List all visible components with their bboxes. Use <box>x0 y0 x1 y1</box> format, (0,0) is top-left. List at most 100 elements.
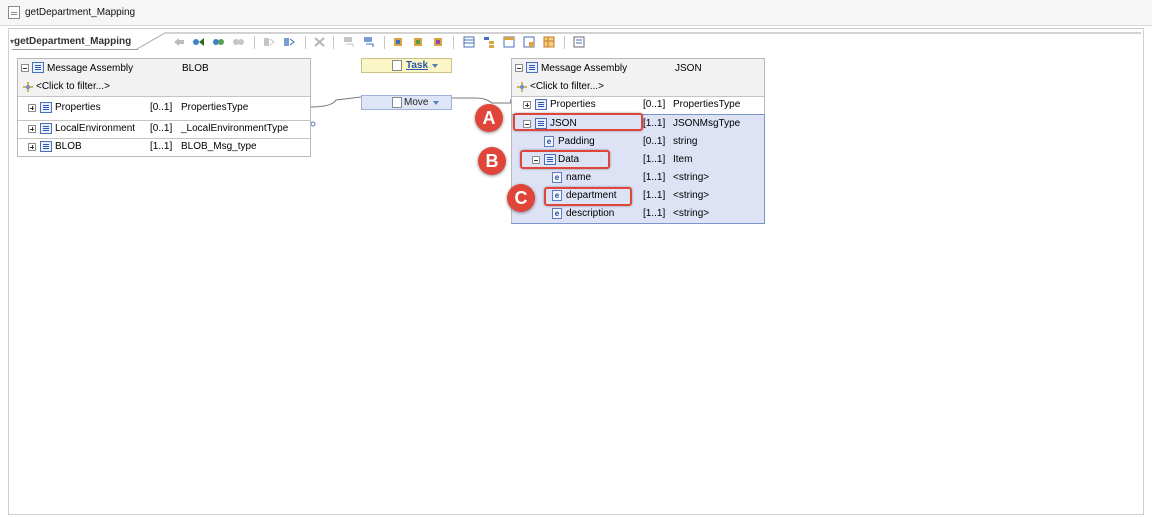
table-edit-icon[interactable] <box>523 36 536 48</box>
annotation-marker-a: A <box>475 104 503 132</box>
element-icon: e <box>552 172 562 183</box>
toolbar-separator <box>333 36 334 49</box>
chevron-down-icon[interactable] <box>433 101 439 105</box>
row-type: <string> <box>673 208 710 219</box>
forward-icon[interactable] <box>192 36 205 48</box>
toolbar-separator <box>564 36 565 49</box>
element-icon: e <box>552 208 562 219</box>
collapse-toggle[interactable] <box>21 64 29 72</box>
row-type: JSONMsgType <box>673 118 741 129</box>
expand-toggle[interactable] <box>28 125 36 133</box>
row-cardinality: [1..1] <box>643 172 666 183</box>
source-header: Message Assembly BLOB <Click to filter..… <box>18 59 310 97</box>
task-transform[interactable]: Task <box>361 58 452 73</box>
filter-icon[interactable] <box>516 81 528 93</box>
row-cardinality: [0..1] <box>150 123 173 134</box>
tool-3-icon[interactable] <box>432 36 445 48</box>
editor-tab[interactable]: ▾getDepartment_Mapping <box>10 33 131 49</box>
row-cardinality: [0..1] <box>643 136 666 147</box>
row-name: description <box>566 208 615 219</box>
tree-row-properties[interactable]: Properties [0..1] PropertiesType <box>512 96 764 114</box>
element-group-icon <box>40 123 52 134</box>
source-header-type: BLOB <box>182 63 209 74</box>
row-cardinality: [0..1] <box>643 99 666 110</box>
source-message-box: Message Assembly BLOB <Click to filter..… <box>17 58 311 157</box>
search-prev-icon[interactable] <box>263 36 276 48</box>
highlight-json <box>513 113 643 131</box>
editor-tab-label: getDepartment_Mapping <box>14 36 132 47</box>
tree-row-properties[interactable]: Properties [0..1] PropertiesType <box>18 99 310 117</box>
message-assembly-icon <box>526 62 538 73</box>
back-icon[interactable] <box>172 36 185 48</box>
row-type: <string> <box>673 172 710 183</box>
toolbar-separator <box>453 36 454 49</box>
source-filter[interactable]: <Click to filter...> <box>36 81 110 92</box>
target-filter[interactable]: <Click to filter...> <box>530 81 604 92</box>
move-icon <box>392 97 402 108</box>
target-bottom-border <box>511 223 765 224</box>
table-x-icon[interactable] <box>543 36 556 48</box>
tree-row-description[interactable]: e description [1..1] <string> <box>512 205 764 223</box>
row-cardinality: [0..1] <box>150 102 173 113</box>
task-icon <box>392 60 402 71</box>
message-assembly-icon <box>32 62 44 73</box>
filter-icon[interactable] <box>22 81 34 93</box>
highlight-data <box>520 150 610 169</box>
tab-underline <box>12 49 138 50</box>
toolbar-separator <box>254 36 255 49</box>
row-name: name <box>566 172 592 183</box>
tree-row-local-environment[interactable]: LocalEnvironment [0..1] _LocalEnvironmen… <box>18 120 310 138</box>
toolbar-separator <box>384 36 385 49</box>
title-bar: getDepartment_Mapping <box>0 0 1152 26</box>
row-cardinality: [1..1] <box>150 141 173 152</box>
element-group-icon <box>535 99 547 110</box>
row-type: string <box>673 136 698 147</box>
highlight-department <box>544 187 632 206</box>
mapping-file-icon <box>8 6 20 19</box>
target-right-border <box>764 114 765 224</box>
target-header-type: JSON <box>675 63 702 74</box>
row-type: BLOB_Msg_type <box>181 141 257 152</box>
map-icon[interactable] <box>212 36 225 48</box>
expand-toggle[interactable] <box>28 104 36 112</box>
annotation-marker-c: C <box>507 184 535 212</box>
row-name: LocalEnvironment <box>55 123 136 134</box>
collapse-icon[interactable] <box>343 36 356 48</box>
tree-row-blob[interactable]: BLOB [1..1] BLOB_Msg_type <box>18 138 310 156</box>
row-cardinality: [1..1] <box>643 208 666 219</box>
tool-2-icon[interactable] <box>412 36 425 48</box>
element-group-icon <box>40 102 52 113</box>
expand-toggle[interactable] <box>28 143 36 151</box>
row-type: PropertiesType <box>181 102 249 113</box>
move-transform[interactable]: Move <box>361 95 452 110</box>
row-type: Item <box>673 154 693 165</box>
grid-icon[interactable] <box>463 36 476 48</box>
tree-row-name[interactable]: e name [1..1] <string> <box>512 169 764 187</box>
source-header-name: Message Assembly <box>47 63 134 74</box>
tool-1-icon[interactable] <box>392 36 405 48</box>
expand-toggle[interactable] <box>523 101 531 109</box>
properties-icon[interactable] <box>573 36 586 48</box>
row-type: <string> <box>673 190 710 201</box>
target-header: Message Assembly JSON <Click to filter..… <box>512 59 764 97</box>
tree-row-padding[interactable]: e Padding [0..1] string <box>512 133 764 151</box>
element-icon: e <box>544 136 554 147</box>
row-type: _LocalEnvironmentType <box>181 123 289 134</box>
task-label: Task <box>406 60 429 71</box>
expand-icon[interactable] <box>363 36 376 48</box>
toolbar-separator <box>305 36 306 49</box>
row-cardinality: [1..1] <box>643 154 666 165</box>
search-next-icon[interactable] <box>283 36 296 48</box>
target-header-name: Message Assembly <box>541 63 628 74</box>
table-icon[interactable] <box>503 36 516 48</box>
collapse-toggle[interactable] <box>515 64 523 72</box>
delete-icon[interactable] <box>313 36 326 48</box>
element-group-icon <box>40 141 52 152</box>
tree-icon[interactable] <box>483 36 496 48</box>
row-name: Properties <box>55 102 101 113</box>
map-alt-icon[interactable] <box>232 36 245 48</box>
row-cardinality: [1..1] <box>643 118 666 129</box>
row-cardinality: [1..1] <box>643 190 666 201</box>
chevron-down-icon[interactable] <box>432 64 438 68</box>
row-type: PropertiesType <box>673 99 741 110</box>
